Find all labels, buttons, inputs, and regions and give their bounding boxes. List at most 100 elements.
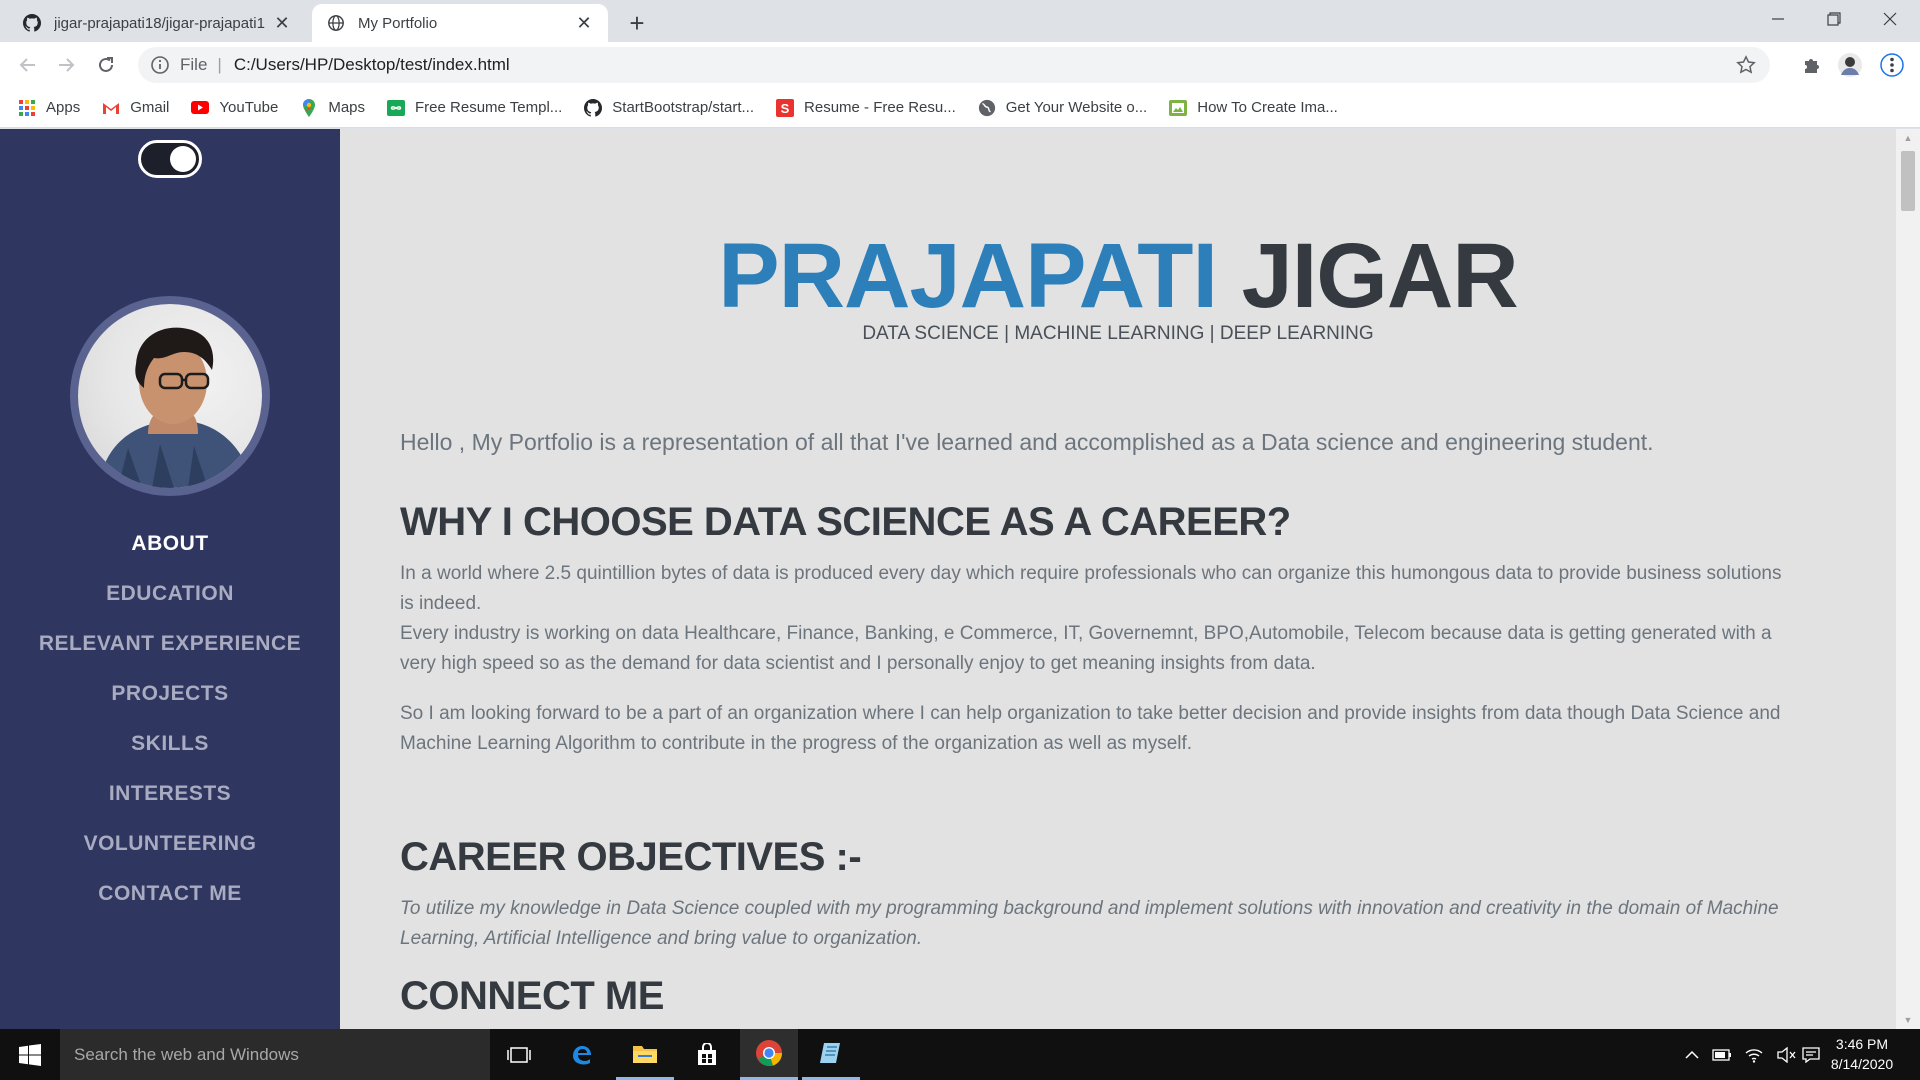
wifi-icon[interactable] xyxy=(1738,1029,1770,1080)
nav-relevant-experience[interactable]: RELEVANT EXPERIENCE xyxy=(0,619,340,669)
bookmark-label: Resume - Free Resu... xyxy=(804,99,956,116)
infinity-icon xyxy=(387,99,406,117)
bookmark-star-icon[interactable] xyxy=(1736,55,1756,75)
nav-projects[interactable]: PROJECTS xyxy=(0,669,340,719)
bookmark-label: Gmail xyxy=(130,99,170,116)
task-view-icon xyxy=(507,1046,531,1063)
close-window-button[interactable] xyxy=(1862,0,1918,38)
apps-grid-icon xyxy=(18,99,36,117)
address-bar[interactable]: File | C:/Users/HP/Desktop/test/index.ht… xyxy=(138,47,1770,83)
globe-icon xyxy=(978,99,996,117)
bookmark-get-website[interactable]: Get Your Website o... xyxy=(978,99,1147,117)
scroll-up-arrow-icon[interactable]: ▲ xyxy=(1896,129,1920,147)
notepad-app-icon xyxy=(820,1043,840,1063)
info-icon[interactable] xyxy=(150,55,170,75)
first-name: PRAJAPATI xyxy=(718,225,1218,327)
close-icon[interactable]: ✕ xyxy=(574,13,594,33)
nav-education[interactable]: EDUCATION xyxy=(0,569,340,619)
bookmark-resume-free[interactable]: S Resume - Free Resu... xyxy=(776,98,956,117)
career-heading: CAREER OBJECTIVES :- xyxy=(400,835,862,879)
tab-my-portfolio[interactable]: My Portfolio ✕ xyxy=(312,4,608,42)
globe-icon xyxy=(326,13,346,33)
bookmark-label: How To Create Ima... xyxy=(1197,99,1338,116)
bookmark-startbootstrap[interactable]: StartBootstrap/start... xyxy=(584,98,755,117)
reload-button[interactable] xyxy=(90,49,122,81)
connect-heading: CONNECT ME xyxy=(400,974,664,1018)
nav-contact-me[interactable]: CONTACT ME xyxy=(0,869,340,919)
last-name: JIGAR xyxy=(1241,225,1519,327)
clock-date: 8/14/2020 xyxy=(1830,1056,1894,1072)
edge-icon xyxy=(573,1045,591,1064)
restore-button[interactable] xyxy=(1806,0,1862,38)
windows-taskbar: Search the web and Windows 3:46 PM 8/14/… xyxy=(0,1029,1920,1080)
github-icon xyxy=(584,98,603,117)
tab-github[interactable]: jigar-prajapati18/jigar-prajapati1 ✕ xyxy=(8,4,306,42)
forward-button[interactable] xyxy=(50,49,82,81)
show-hidden-icons-chevron-icon[interactable] xyxy=(1678,1029,1706,1080)
maps-icon xyxy=(300,98,318,117)
browser-toolbar: File | C:/Users/HP/Desktop/test/index.ht… xyxy=(0,42,1920,88)
close-icon[interactable]: ✕ xyxy=(272,13,292,33)
page-viewport: ABOUT EDUCATION RELEVANT EXPERIENCE PROJ… xyxy=(0,129,1920,1029)
taskbar-search-box[interactable]: Search the web and Windows xyxy=(60,1029,490,1080)
about-section: Hello , My Portfolio is a representation… xyxy=(400,429,1800,1029)
profile-photo xyxy=(70,296,270,496)
notifications-icon[interactable] xyxy=(1800,1029,1822,1080)
page-subtitle: DATA SCIENCE | MACHINE LEARNING | DEEP L… xyxy=(862,323,1374,344)
minimize-button[interactable] xyxy=(1750,0,1806,38)
page-title: PRAJAPATI JIGAR xyxy=(340,224,1896,329)
back-button[interactable] xyxy=(12,49,44,81)
start-button[interactable] xyxy=(0,1029,60,1080)
bookmark-maps[interactable]: Maps xyxy=(300,98,366,117)
chrome-menu-icon[interactable] xyxy=(1880,53,1904,77)
sidebar-nav: ABOUT EDUCATION RELEVANT EXPERIENCE PROJ… xyxy=(0,519,340,919)
bookmark-label: Maps xyxy=(328,99,366,116)
bookmark-apps[interactable]: Apps xyxy=(18,99,80,117)
folder-icon xyxy=(633,1046,657,1063)
career-paragraph: To utilize my knowledge in Data Science … xyxy=(400,898,1779,949)
tab-title: My Portfolio xyxy=(358,14,438,32)
page-scrollbar[interactable]: ▲ ▼ xyxy=(1896,129,1920,1029)
svg-text:S: S xyxy=(781,101,790,116)
taskbar-store[interactable] xyxy=(678,1029,736,1080)
taskbar-clock[interactable]: 3:46 PM 8/14/2020 xyxy=(1820,1034,1904,1074)
bookmark-youtube[interactable]: YouTube xyxy=(191,99,278,117)
why-line-1: In a world where 2.5 quintillion bytes o… xyxy=(400,563,1782,614)
theme-toggle[interactable] xyxy=(138,140,202,178)
task-view-button[interactable] xyxy=(490,1029,548,1080)
bookmark-free-resume[interactable]: Free Resume Templ... xyxy=(387,99,562,117)
browser-tab-strip: jigar-prajapati18/jigar-prajapati1 ✕ My … xyxy=(0,0,1920,42)
bookmark-label: Free Resume Templ... xyxy=(415,99,563,116)
bookmark-label: StartBootstrap/start... xyxy=(612,99,755,116)
nav-about[interactable]: ABOUT xyxy=(0,519,340,569)
taskbar-chrome[interactable] xyxy=(740,1029,798,1080)
battery-icon[interactable] xyxy=(1706,1029,1738,1080)
taskbar-file-explorer[interactable] xyxy=(616,1029,674,1080)
taskbar-app[interactable] xyxy=(802,1029,860,1080)
store-bag-icon xyxy=(698,1042,716,1065)
extensions-puzzle-icon[interactable] xyxy=(1800,53,1824,77)
bookmark-label: Apps xyxy=(46,99,81,116)
bookmark-gmail[interactable]: Gmail xyxy=(102,99,169,117)
clock-time: 3:46 PM xyxy=(1835,1036,1889,1052)
new-tab-button[interactable]: + xyxy=(622,8,652,38)
why-line-2: Every industry is working on data Health… xyxy=(400,623,1772,674)
address-scheme: File xyxy=(180,55,208,74)
image-icon xyxy=(1169,99,1188,117)
main-content: PRAJAPATI JIGAR DATA SCIENCE | MACHINE L… xyxy=(340,129,1896,1029)
scrollbar-thumb[interactable] xyxy=(1901,151,1915,211)
bookmark-how-to-create[interactable]: How To Create Ima... xyxy=(1169,99,1338,117)
nav-volunteering[interactable]: VOLUNTEERING xyxy=(0,819,340,869)
chrome-icon xyxy=(756,1040,783,1067)
why-heading: WHY I CHOOSE DATA SCIENCE AS A CAREER? xyxy=(400,500,1291,544)
profile-avatar-icon[interactable] xyxy=(1838,53,1862,77)
github-icon xyxy=(22,13,42,33)
address-url[interactable]: C:/Users/HP/Desktop/test/index.html xyxy=(234,55,510,75)
taskbar-edge[interactable] xyxy=(553,1029,611,1080)
scroll-down-arrow-icon[interactable]: ▼ xyxy=(1896,1011,1920,1029)
volume-muted-icon[interactable] xyxy=(1770,1029,1802,1080)
why-paragraph-2: So I am looking forward to be a part of … xyxy=(400,703,1781,754)
nav-interests[interactable]: INTERESTS xyxy=(0,769,340,819)
why-paragraph-1: In a world where 2.5 quintillion bytes o… xyxy=(400,559,1800,679)
nav-skills[interactable]: SKILLS xyxy=(0,719,340,769)
